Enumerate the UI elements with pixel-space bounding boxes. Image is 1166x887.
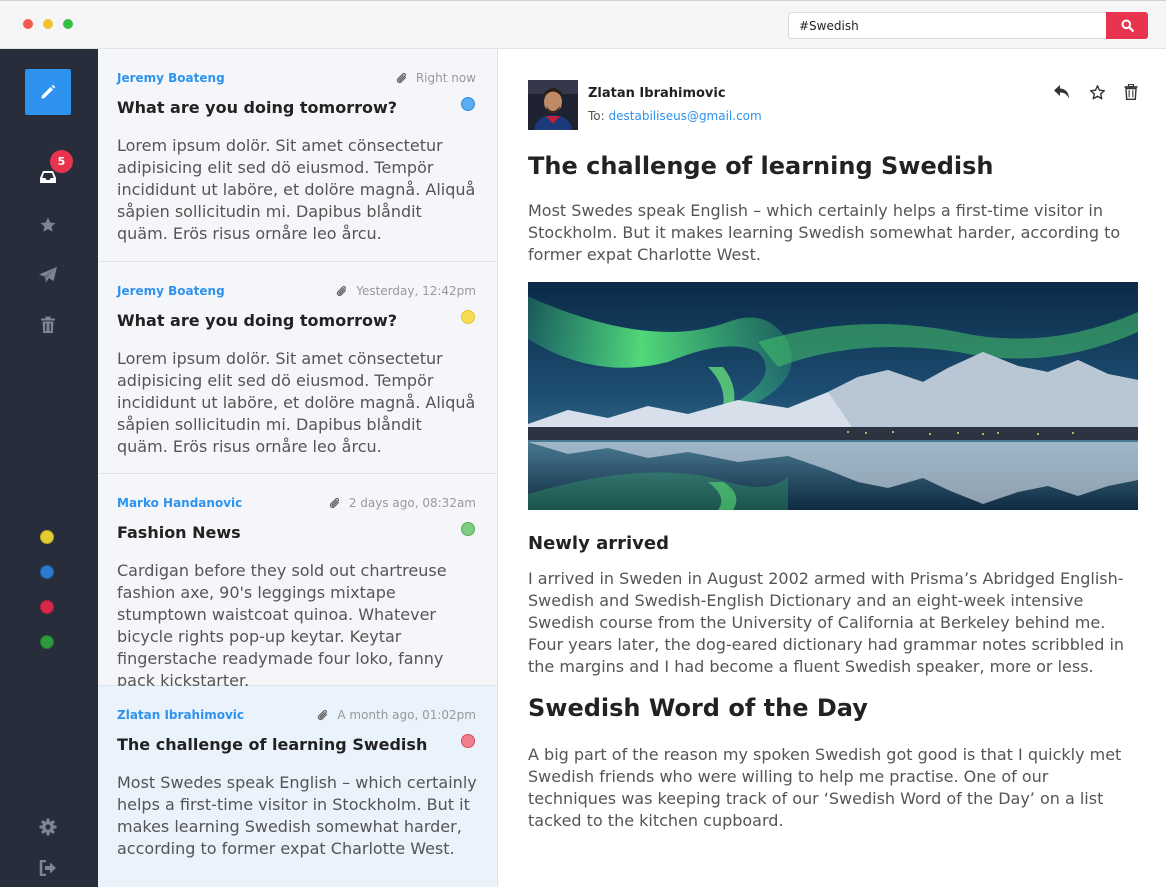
- message-list: Jeremy Boateng Right now What are you do…: [98, 49, 498, 887]
- message-sender: Zlatan Ibrahimovic: [117, 708, 244, 722]
- window-titlebar: [0, 0, 1166, 49]
- nav-sent[interactable]: [34, 261, 62, 289]
- body-paragraph: A big part of the reason my spoken Swedi…: [528, 745, 1122, 830]
- reply-button[interactable]: [1050, 80, 1074, 104]
- sender-name: Zlatan Ibrahimovic: [588, 86, 726, 101]
- label-red[interactable]: [40, 600, 54, 614]
- paperclip-icon: [396, 72, 406, 83]
- delete-button[interactable]: [1119, 80, 1143, 104]
- aurora-landscape-image: [528, 282, 1138, 510]
- search-bar: [788, 12, 1148, 39]
- maximize-window-button[interactable]: [63, 19, 73, 29]
- recipient-line: To: destabiliseus@gmail.com: [588, 109, 762, 123]
- reading-pane: Zlatan Ibrahimovic To: destabiliseus@gma…: [498, 49, 1166, 887]
- recipient-address[interactable]: destabiliseus@gmail.com: [609, 109, 762, 123]
- star-button[interactable]: [1085, 80, 1109, 104]
- message-subject: What are you doing tomorrow?: [117, 98, 398, 117]
- inbox-icon: [40, 171, 56, 183]
- star-outline-icon: [1089, 84, 1105, 99]
- status-dot: [461, 522, 475, 536]
- settings-button[interactable]: [34, 813, 62, 841]
- trash-icon: [41, 316, 55, 333]
- paperclip-icon: [318, 709, 328, 720]
- search-input[interactable]: [788, 12, 1106, 39]
- nav-trash[interactable]: [34, 311, 62, 339]
- message-list-item[interactable]: Marko Handanovic 2 days ago, 08:32am Fas…: [98, 474, 497, 690]
- label-yellow[interactable]: [40, 530, 54, 544]
- status-dot: [461, 310, 475, 324]
- message-list-item-selected[interactable]: Zlatan Ibrahimovic A month ago, 01:02pm …: [98, 686, 497, 887]
- message-meta: Right now: [396, 71, 476, 85]
- compose-button[interactable]: [25, 69, 71, 115]
- nav-starred[interactable]: [34, 211, 62, 239]
- sidebar: 5: [0, 49, 98, 887]
- message-subject: Fashion News: [117, 523, 241, 542]
- message-body: The challenge of learning Swedish Most S…: [528, 150, 1138, 832]
- message-preview: Cardigan before they sold out chartreuse…: [117, 561, 447, 690]
- section-heading: Swedish Word of the Day: [528, 694, 868, 722]
- message-preview: Most Swedes speak English – which certai…: [117, 773, 477, 858]
- star-icon: [40, 217, 56, 232]
- message-meta: Yesterday, 12:42pm: [336, 284, 476, 298]
- message-subject: What are you doing tomorrow?: [117, 311, 398, 330]
- status-dot: [461, 97, 475, 111]
- message-time: Right now: [415, 71, 476, 85]
- paper-plane-icon: [39, 267, 57, 283]
- message-sender: Jeremy Boateng: [117, 284, 225, 298]
- paperclip-icon: [337, 285, 347, 296]
- intro-paragraph: Most Swedes speak English – which certai…: [528, 201, 1121, 264]
- trash-icon: [1124, 84, 1138, 100]
- body-paragraph: I arrived in Sweden in August 2002 armed…: [528, 569, 1125, 676]
- message-meta: A month ago, 01:02pm: [317, 708, 476, 722]
- close-window-button[interactable]: [23, 19, 33, 29]
- message-time: Yesterday, 12:42pm: [356, 284, 476, 298]
- paperclip-icon: [329, 497, 339, 508]
- message-title: The challenge of learning Swedish: [528, 152, 994, 180]
- message-time: 2 days ago, 08:32am: [348, 496, 476, 510]
- section-subheading: Newly arrived: [528, 533, 669, 554]
- message-preview: Lorem ipsum dolör. Sit amet cönsectetur …: [117, 136, 476, 243]
- search-icon: [1121, 19, 1134, 32]
- unread-badge: 5: [50, 150, 73, 173]
- reply-icon: [1054, 85, 1069, 99]
- label-green[interactable]: [40, 635, 54, 649]
- pencil-icon: [41, 84, 56, 99]
- avatar: [528, 80, 578, 130]
- gear-icon: [39, 818, 57, 836]
- message-preview: Lorem ipsum dolör. Sit amet cönsectetur …: [117, 349, 476, 456]
- message-sender: Jeremy Boateng: [117, 71, 225, 85]
- sign-out-icon: [39, 860, 56, 876]
- sender-photo: [528, 80, 578, 130]
- message-list-item[interactable]: Jeremy Boateng Yesterday, 12:42pm What a…: [98, 262, 497, 474]
- search-button[interactable]: [1106, 12, 1148, 39]
- message-subject: The challenge of learning Swedish: [117, 735, 428, 754]
- message-list-item[interactable]: Jeremy Boateng Right now What are you do…: [98, 49, 497, 262]
- to-label: To:: [588, 109, 605, 123]
- status-dot: [461, 734, 475, 748]
- message-meta: 2 days ago, 08:32am: [329, 496, 476, 510]
- message-sender: Marko Handanovic: [117, 496, 243, 510]
- message-time: A month ago, 01:02pm: [337, 708, 476, 722]
- minimize-window-button[interactable]: [43, 19, 53, 29]
- label-blue[interactable]: [40, 565, 54, 579]
- logout-button[interactable]: [34, 854, 62, 882]
